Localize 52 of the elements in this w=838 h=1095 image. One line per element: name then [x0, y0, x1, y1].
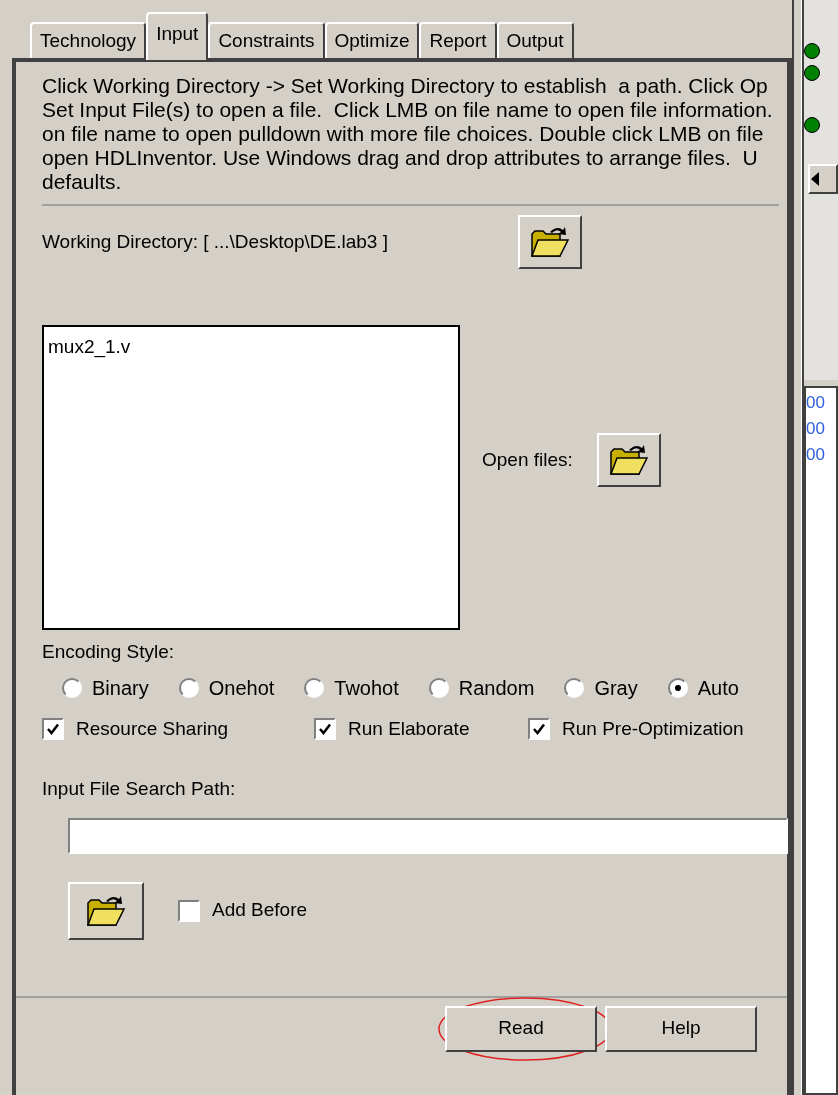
search-path-field[interactable] — [68, 817, 788, 854]
dialog-button[interactable]: Read — [445, 1005, 597, 1052]
open-folder-button[interactable] — [68, 881, 144, 940]
check-icon — [46, 721, 60, 736]
help-text-line: on file name to open pulldown with more file choices. Double click LMB on file — [42, 122, 764, 146]
tab[interactable]: Input — [146, 12, 209, 60]
radio-option[interactable]: Random — [428, 672, 535, 703]
help-text-line: Click Working Directory -> Set Working Directory to establish a path. Click Op — [42, 74, 768, 98]
tab[interactable]: Report — [419, 22, 497, 58]
help-text-line: Set Input File(s) to open a file. Click LMB on file name to open file information. — [42, 98, 773, 122]
radio-button[interactable] — [564, 677, 585, 698]
radio-button[interactable] — [178, 677, 199, 698]
tab[interactable]: Optimize — [324, 22, 420, 58]
file-list[interactable]: mux2_1.v — [42, 325, 460, 630]
tab[interactable]: Technology — [30, 22, 147, 58]
radio-button[interactable] — [667, 677, 688, 698]
tab[interactable]: Output — [496, 22, 574, 58]
radio-option[interactable]: Gray — [564, 672, 638, 703]
check-icon — [318, 721, 332, 736]
search-path-label: Input File Search Path: — [42, 777, 236, 801]
open-files-label: Open files: — [482, 447, 573, 472]
checkbox[interactable] — [528, 717, 550, 740]
radio-button[interactable] — [428, 677, 449, 698]
log-line: 00 — [806, 392, 825, 414]
checkbox[interactable] — [178, 899, 200, 922]
file-list-item[interactable]: mux2_1.v — [48, 333, 131, 362]
log-line: 00 — [806, 418, 825, 440]
checkbox[interactable] — [314, 717, 336, 740]
radio-option[interactable]: Binary — [62, 672, 149, 703]
encoding-style-label: Encoding Style: — [42, 640, 175, 664]
radio-button[interactable] — [62, 677, 82, 698]
tab[interactable]: Constraints — [208, 22, 325, 58]
working-directory-label: Working Directory: [ ...\Desktop\DE.lab3 ] — [42, 229, 389, 254]
scroll-left-button[interactable] — [808, 164, 838, 194]
checkbox-option[interactable]: Run Elaborate — [314, 714, 528, 743]
open-folder-button[interactable] — [596, 433, 661, 487]
help-text-line: defaults. — [42, 170, 122, 194]
radio-option[interactable]: Twohot — [304, 672, 399, 703]
checkbox-option[interactable]: Run Pre-Optimization — [528, 714, 744, 743]
radio-option[interactable]: Onehot — [178, 672, 275, 703]
check-icon — [532, 721, 546, 736]
add-before-option[interactable]: Add Before — [178, 896, 308, 925]
splitter-bar[interactable] — [792, 0, 802, 1095]
radio-option[interactable]: Auto — [667, 672, 739, 703]
radio-button[interactable] — [304, 677, 325, 698]
checkbox[interactable] — [42, 717, 64, 740]
dialog-button[interactable]: Help — [605, 1005, 757, 1052]
left-arrow-icon — [810, 172, 820, 186]
checkbox-option[interactable]: Resource Sharing — [42, 714, 314, 743]
open-folder-button[interactable] — [518, 215, 582, 269]
log-line: 00 — [806, 444, 825, 466]
help-text-line: open HDLInventor. Use Windows drag and drop attributes to arrange files. U — [42, 146, 758, 170]
